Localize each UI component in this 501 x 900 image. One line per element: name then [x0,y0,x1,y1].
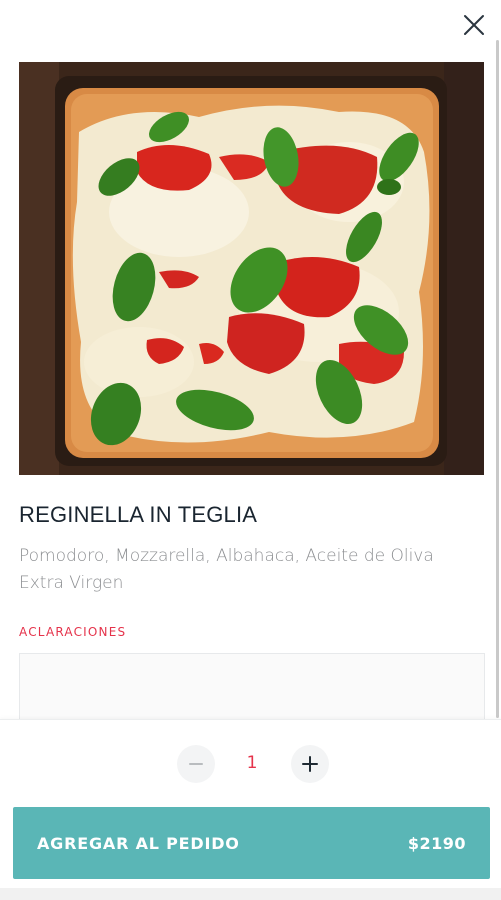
product-title: REGINELLA IN TEGLIA [19,502,258,527]
add-to-order-label: AGREGAR AL PEDIDO [37,834,240,853]
minus-icon [189,763,203,765]
product-modal: REGINELLA IN TEGLIA Pomodoro, Mozzarella… [0,0,501,900]
quantity-stepper: 1 [0,745,501,785]
plus-icon [302,756,318,772]
pizza-illustration [19,62,484,475]
increase-quantity-button[interactable] [291,745,329,783]
bottom-strip [0,888,501,900]
product-image [19,62,484,475]
scrollbar[interactable] [496,40,499,718]
close-icon [464,15,484,35]
close-button[interactable] [461,12,487,38]
notes-label: ACLARACIONES [19,625,127,639]
notes-input[interactable] [19,653,485,719]
order-price: $2190 [407,834,466,853]
add-to-order-button[interactable]: AGREGAR AL PEDIDO $2190 [13,807,490,879]
decrease-quantity-button[interactable] [177,745,215,783]
quantity-value: 1 [246,753,258,773]
product-description: Pomodoro, Mozzarella, Albahaca, Aceite d… [19,546,434,593]
